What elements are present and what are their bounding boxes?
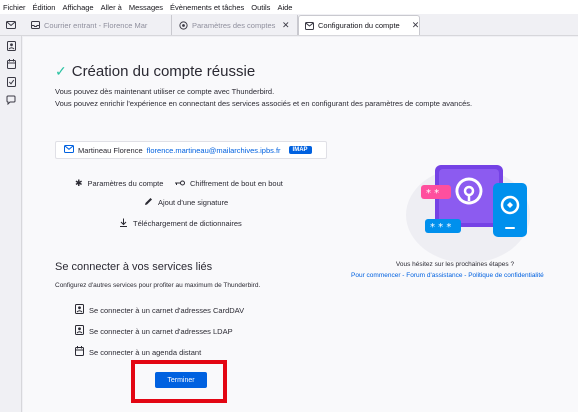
chat-icon[interactable] bbox=[0, 92, 22, 108]
password-mask-1: * * bbox=[426, 188, 439, 199]
account-name: Martineau Florence bbox=[78, 145, 143, 155]
link-label: Se connecter à un carnet d'adresses LDAP bbox=[89, 326, 233, 336]
link-label: Chiffrement de bout en bout bbox=[190, 178, 283, 188]
security-illustration: * * * * * bbox=[406, 165, 530, 263]
link-label: Ajout d'une signature bbox=[158, 198, 229, 207]
close-icon[interactable]: ✕ bbox=[282, 20, 290, 31]
account-settings-link[interactable]: ✱ Paramètres du compte bbox=[75, 178, 163, 189]
tab-label: Configuration du compte bbox=[318, 21, 400, 30]
checkmark-icon: ✓ bbox=[55, 63, 67, 79]
close-icon[interactable]: ✕ bbox=[412, 20, 419, 31]
link-label: Paramètres du compte bbox=[87, 179, 164, 188]
menu-bar: Fichier Édition Affichage Aller à Messag… bbox=[0, 0, 578, 14]
tab-bar: Courrier entrant - Florence Mar Paramètr… bbox=[0, 14, 578, 36]
menu-edit[interactable]: Édition bbox=[33, 3, 56, 12]
tab-label: Paramètres des comptes Co bbox=[192, 20, 276, 30]
tab-label: Courrier entrant - Florence Mar bbox=[44, 20, 148, 30]
description-line-2: Vous pouvez enrichir l'expérience en con… bbox=[55, 99, 473, 108]
ldap-link[interactable]: Se connecter à un carnet d'adresses LDAP bbox=[75, 325, 233, 337]
spaces-menu-icon[interactable] bbox=[3, 17, 19, 33]
spaces-toolbar bbox=[0, 36, 22, 412]
password-mask-2: * * * bbox=[430, 222, 451, 233]
support-forum-link[interactable]: Forum d'assistance bbox=[406, 272, 462, 279]
tasks-icon[interactable] bbox=[0, 74, 22, 90]
account-email: florence.martineau@mailarchives.ipbs.fr bbox=[146, 145, 281, 155]
link-label: Téléchargement de dictionnaires bbox=[133, 219, 242, 228]
account-type-badge: IMAP bbox=[288, 146, 312, 154]
mail-icon bbox=[64, 145, 74, 155]
menu-file[interactable]: Fichier bbox=[3, 3, 26, 12]
page-title: ✓ Création du compte réussie bbox=[55, 63, 255, 80]
inbox-icon bbox=[30, 20, 40, 30]
account-card: Martineau Florence florence.martineau@ma… bbox=[55, 141, 327, 159]
menu-go[interactable]: Aller à bbox=[101, 3, 122, 12]
menu-view[interactable]: Affichage bbox=[62, 3, 93, 12]
tab-account-settings[interactable]: Paramètres des comptes Co ✕ bbox=[172, 15, 298, 35]
calendar-icon bbox=[75, 346, 84, 358]
menu-events-tasks[interactable]: Évènements et tâches bbox=[170, 3, 244, 12]
e2ee-link[interactable]: Chiffrement de bout en bout bbox=[175, 178, 283, 188]
remote-calendar-link[interactable]: Se connecter à un agenda distant bbox=[75, 346, 201, 358]
highlight-annotation bbox=[131, 360, 227, 403]
download-icon bbox=[119, 218, 128, 229]
services-title: Se connecter à vos services liés bbox=[55, 261, 213, 273]
signature-link[interactable]: Ajout d'une signature bbox=[144, 197, 228, 208]
menu-messages[interactable]: Messages bbox=[129, 3, 163, 12]
help-question: Vous hésitez sur les prochaines étapes ? bbox=[395, 261, 515, 268]
address-book-icon bbox=[75, 304, 84, 316]
description-line-1: Vous pouvez dès maintenant utiliser ce c… bbox=[55, 87, 275, 96]
gear-icon bbox=[178, 20, 188, 30]
get-started-link[interactable]: Pour commencer bbox=[351, 272, 401, 279]
link-label: Se connecter à un agenda distant bbox=[89, 347, 202, 357]
page-title-text: Création du compte réussie bbox=[71, 63, 256, 80]
address-book-icon[interactable] bbox=[0, 38, 22, 54]
privacy-policy-link[interactable]: Politique de confidentialité bbox=[468, 272, 544, 279]
link-label: Se connecter à un carnet d'adresses Card… bbox=[89, 305, 245, 315]
menu-tools[interactable]: Outils bbox=[251, 3, 270, 12]
illustration: * * * * * bbox=[383, 155, 543, 275]
menu-help[interactable]: Aide bbox=[277, 3, 292, 12]
help-links: Pour commencer - Forum d'assistance - Po… bbox=[351, 272, 544, 279]
calendar-icon[interactable] bbox=[0, 56, 22, 72]
account-setup-page: ✓ Création du compte réussie Vous pouvez… bbox=[23, 37, 578, 412]
address-book-icon bbox=[75, 325, 84, 337]
gear-icon: ✱ bbox=[75, 178, 83, 188]
services-description: Configurez d'autres services pour profit… bbox=[55, 282, 261, 289]
key-icon bbox=[175, 178, 185, 188]
dictionaries-link[interactable]: Téléchargement de dictionnaires bbox=[119, 218, 242, 229]
mail-icon bbox=[305, 21, 314, 31]
pen-icon bbox=[144, 197, 153, 208]
tab-inbox[interactable]: Courrier entrant - Florence Mar bbox=[24, 15, 172, 35]
tab-account-setup[interactable]: Configuration du compte ✕ bbox=[298, 15, 420, 35]
carddav-link[interactable]: Se connecter à un carnet d'adresses Card… bbox=[75, 304, 244, 316]
